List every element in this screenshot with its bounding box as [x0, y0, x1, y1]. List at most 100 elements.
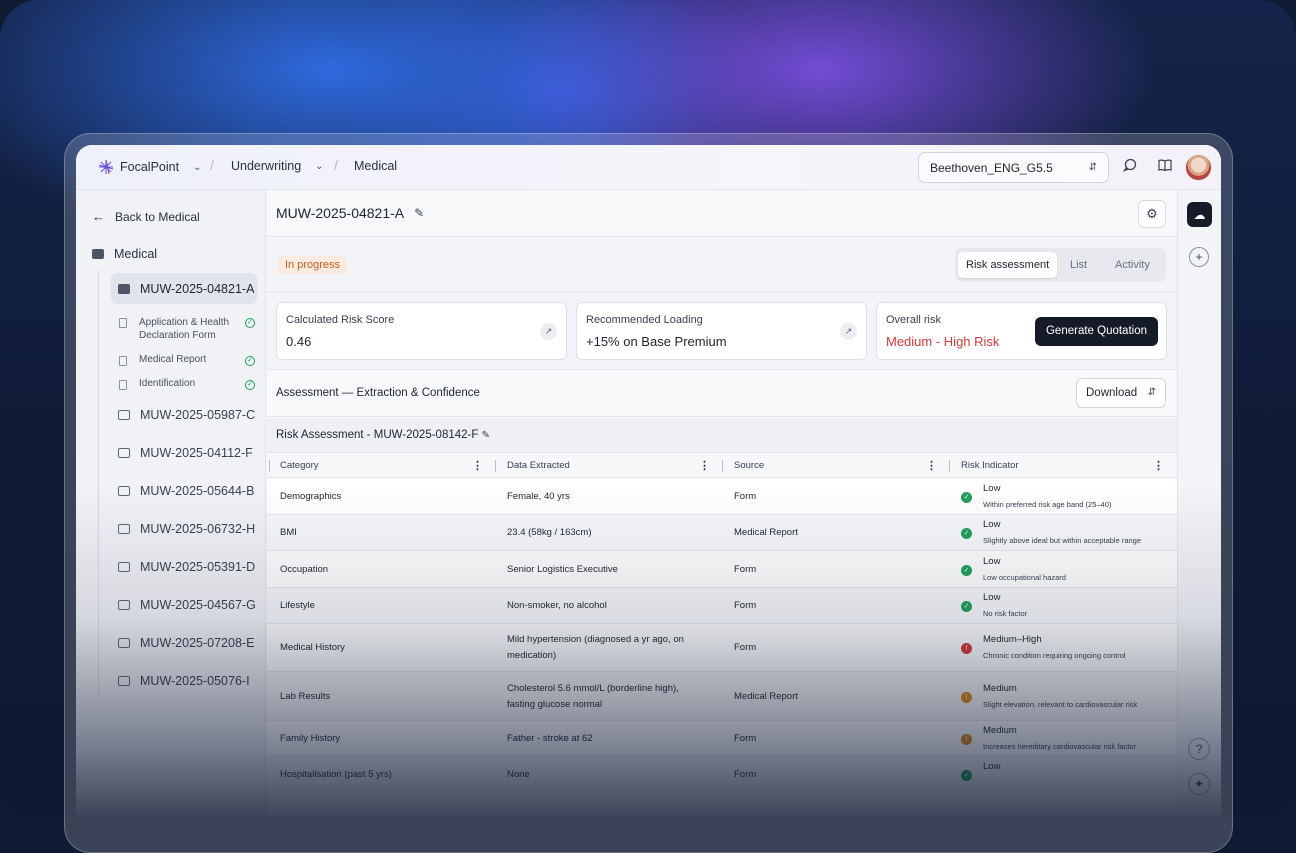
card-value: 0.46	[286, 334, 312, 349]
case-label: MUW-2025-05644-B	[140, 484, 255, 498]
table-row[interactable]: Hospitalisation (past 5 yrs) None Form ✓ Low	[267, 757, 1177, 793]
column-header-category[interactable]: Category	[280, 460, 319, 471]
card-value: +15% on Base Premium	[586, 334, 727, 349]
column-divider[interactable]	[495, 460, 496, 472]
folder-icon	[118, 600, 130, 610]
table-row[interactable]: Lab Results Cholesterol 5.6 mmol/L (borde…	[267, 672, 1177, 721]
risk-description: Increases hereditary cardiovascular risk…	[983, 742, 1136, 751]
kebab-menu-icon[interactable]: ⋮	[1153, 459, 1164, 472]
brand-label: FocalPoint	[120, 160, 180, 174]
column-header-risk[interactable]: Risk Indicator	[961, 460, 1019, 471]
risk-level: Low	[983, 592, 1001, 603]
card-label: Overall risk	[886, 314, 942, 326]
tab-list[interactable]: List	[1062, 252, 1095, 278]
tab-risk-assessment[interactable]: Risk assessment	[958, 252, 1058, 278]
overall-risk-card: Overall risk Medium - High Risk Generate…	[876, 302, 1167, 360]
column-header-data[interactable]: Data Extracted	[507, 460, 570, 471]
case-label: MUW-2025-05076-I	[140, 674, 250, 688]
cell-source: Medical Report	[734, 527, 798, 538]
status-icon: ✓	[961, 564, 972, 576]
table-row[interactable]: Family History Father - stroke at 62 Form!…	[267, 721, 1177, 757]
column-header-source[interactable]: Source	[734, 460, 764, 471]
status-icon: !	[961, 734, 972, 745]
overall-risk-value: Medium - High Risk	[886, 334, 1000, 349]
risk-level: Medium–High	[983, 634, 1042, 645]
sidebar-case[interactable]: MUW-2025-05076-I	[118, 674, 250, 688]
pencil-icon[interactable]: ✎	[414, 206, 424, 220]
avatar[interactable]	[1185, 154, 1212, 181]
chat-icon[interactable]	[1121, 158, 1139, 176]
brand-crumb[interactable]: FocalPoint ⌄	[98, 159, 201, 175]
table-row[interactable]: Medical History Mild hypertension (diagno…	[267, 624, 1177, 672]
sidebar-case[interactable]: MUW-2025-05391-D	[118, 560, 255, 574]
cell-source: Form	[734, 733, 757, 744]
case-header: MUW-2025-04821-A ✎ ⚙	[267, 190, 1177, 237]
main-panel: MUW-2025-04821-A ✎ ⚙ In progress Risk as…	[267, 190, 1177, 816]
cell-risk-indicator: ! Medium Slight elevation, relevant to car…	[949, 672, 1174, 721]
pencil-icon[interactable]: ✎	[482, 430, 490, 441]
settings-button[interactable]: ⚙	[1138, 200, 1166, 228]
sidebar-case-active[interactable]: MUW-2025-04821-A	[111, 273, 257, 304]
arrow-up-right-icon[interactable]: ↗	[840, 323, 857, 340]
kebab-menu-icon[interactable]: ⋮	[699, 459, 710, 472]
cell-risk-indicator: ✓ Low No risk factor	[949, 588, 1174, 624]
breadcrumb-underwriting[interactable]: Underwriting ⌄	[231, 159, 324, 173]
sidebar-doc-medical-report[interactable]: Medical Report ✓	[119, 354, 259, 366]
workspace-selector[interactable]: Beethoven_ENG_G5.5 ⇵	[918, 152, 1109, 183]
ai-assistant-button[interactable]: ✦	[1188, 773, 1210, 795]
status-badge: In progress	[278, 256, 348, 274]
cell-category: Medical History	[280, 642, 345, 653]
column-divider[interactable]	[722, 460, 723, 472]
table-row[interactable]: BMI 23.4 (58kg / 163cm) Medical Report ✓ Low…	[267, 515, 1177, 551]
folder-icon	[118, 524, 130, 534]
cell-risk-indicator: ✓ Low Within preferred risk age band (25–4…	[949, 479, 1174, 515]
risk-description: Low occupational hazard	[983, 572, 1066, 582]
sidebar-case[interactable]: MUW-2025-05644-B	[118, 484, 254, 498]
sidebar-doc-application[interactable]: Application & Health Declaration Form ✓	[119, 316, 259, 342]
table-title: Risk Assessment - MUW-2025-08142-F ✎	[276, 429, 490, 441]
cell-source: Form	[734, 600, 757, 611]
chevron-down-icon: ⌄	[193, 161, 202, 173]
help-button[interactable]: ?	[1188, 738, 1210, 760]
risk-description: No risk factor	[983, 609, 1028, 618]
case-label: MUW-2025-05987-C	[140, 408, 256, 422]
sidebar-case[interactable]: MUW-2025-04112-F	[118, 446, 253, 460]
kebab-menu-icon[interactable]: ⋮	[472, 459, 483, 472]
cell-data: Senior Logistics Executive	[507, 563, 618, 575]
column-divider[interactable]	[269, 460, 270, 472]
download-button[interactable]: Download ⇵	[1076, 378, 1166, 408]
sidebar-root-folder[interactable]: Medical	[92, 247, 157, 261]
book-icon[interactable]	[1156, 158, 1174, 176]
sidebar-case[interactable]: MUW-2025-05987-C	[118, 408, 255, 422]
case-label: MUW-2025-06732-H	[140, 522, 256, 536]
column-divider[interactable]	[949, 460, 950, 472]
folder-icon	[118, 562, 130, 572]
add-button[interactable]: +	[1189, 247, 1209, 267]
arrow-up-right-icon[interactable]: ↗	[540, 323, 557, 340]
sidebar-case[interactable]: MUW-2025-07208-E	[118, 636, 254, 650]
doc-label: Identification	[139, 378, 196, 389]
table-row[interactable]: Demographics Female, 40 yrs Form ✓ Low Within…	[267, 479, 1177, 515]
back-link[interactable]: ← Back to Medical	[92, 209, 200, 224]
table-row[interactable]: Lifestyle Non-smoker, no alcohol Form ✓ Low N…	[267, 588, 1177, 624]
cell-data: Mild hypertension (diagnosed a yr ago, o…	[507, 634, 684, 661]
tree-line	[98, 270, 99, 694]
sparkle-icon: ✦	[1193, 777, 1205, 791]
check-circle-icon: ✓	[245, 380, 255, 390]
breadcrumb-separator: /	[334, 157, 338, 173]
cell-source: Form	[734, 563, 757, 575]
upload-button[interactable]: ☁	[1187, 202, 1212, 227]
sidebar-case[interactable]: MUW-2025-04567-G	[118, 598, 256, 612]
sidebar-case[interactable]: MUW-2025-06732-H	[118, 522, 255, 536]
breadcrumb-separator: /	[210, 157, 214, 173]
table-row[interactable]: Occupation Senior Logistics Executive Form…	[267, 551, 1177, 588]
breadcrumb-medical[interactable]: Medical	[354, 159, 397, 173]
generate-quotation-button[interactable]: Generate Quotation	[1035, 317, 1158, 346]
focalpoint-logo-icon	[98, 159, 114, 175]
doc-label: Application & Health Declaration Form	[139, 317, 230, 341]
kebab-menu-icon[interactable]: ⋮	[926, 459, 937, 472]
breadcrumb-label: Underwriting	[231, 159, 302, 173]
tab-activity[interactable]: Activity	[1107, 252, 1158, 278]
sidebar-doc-identification[interactable]: Identification ✓	[119, 378, 259, 390]
status-row: In progress Risk assessment List Activit…	[267, 238, 1177, 293]
